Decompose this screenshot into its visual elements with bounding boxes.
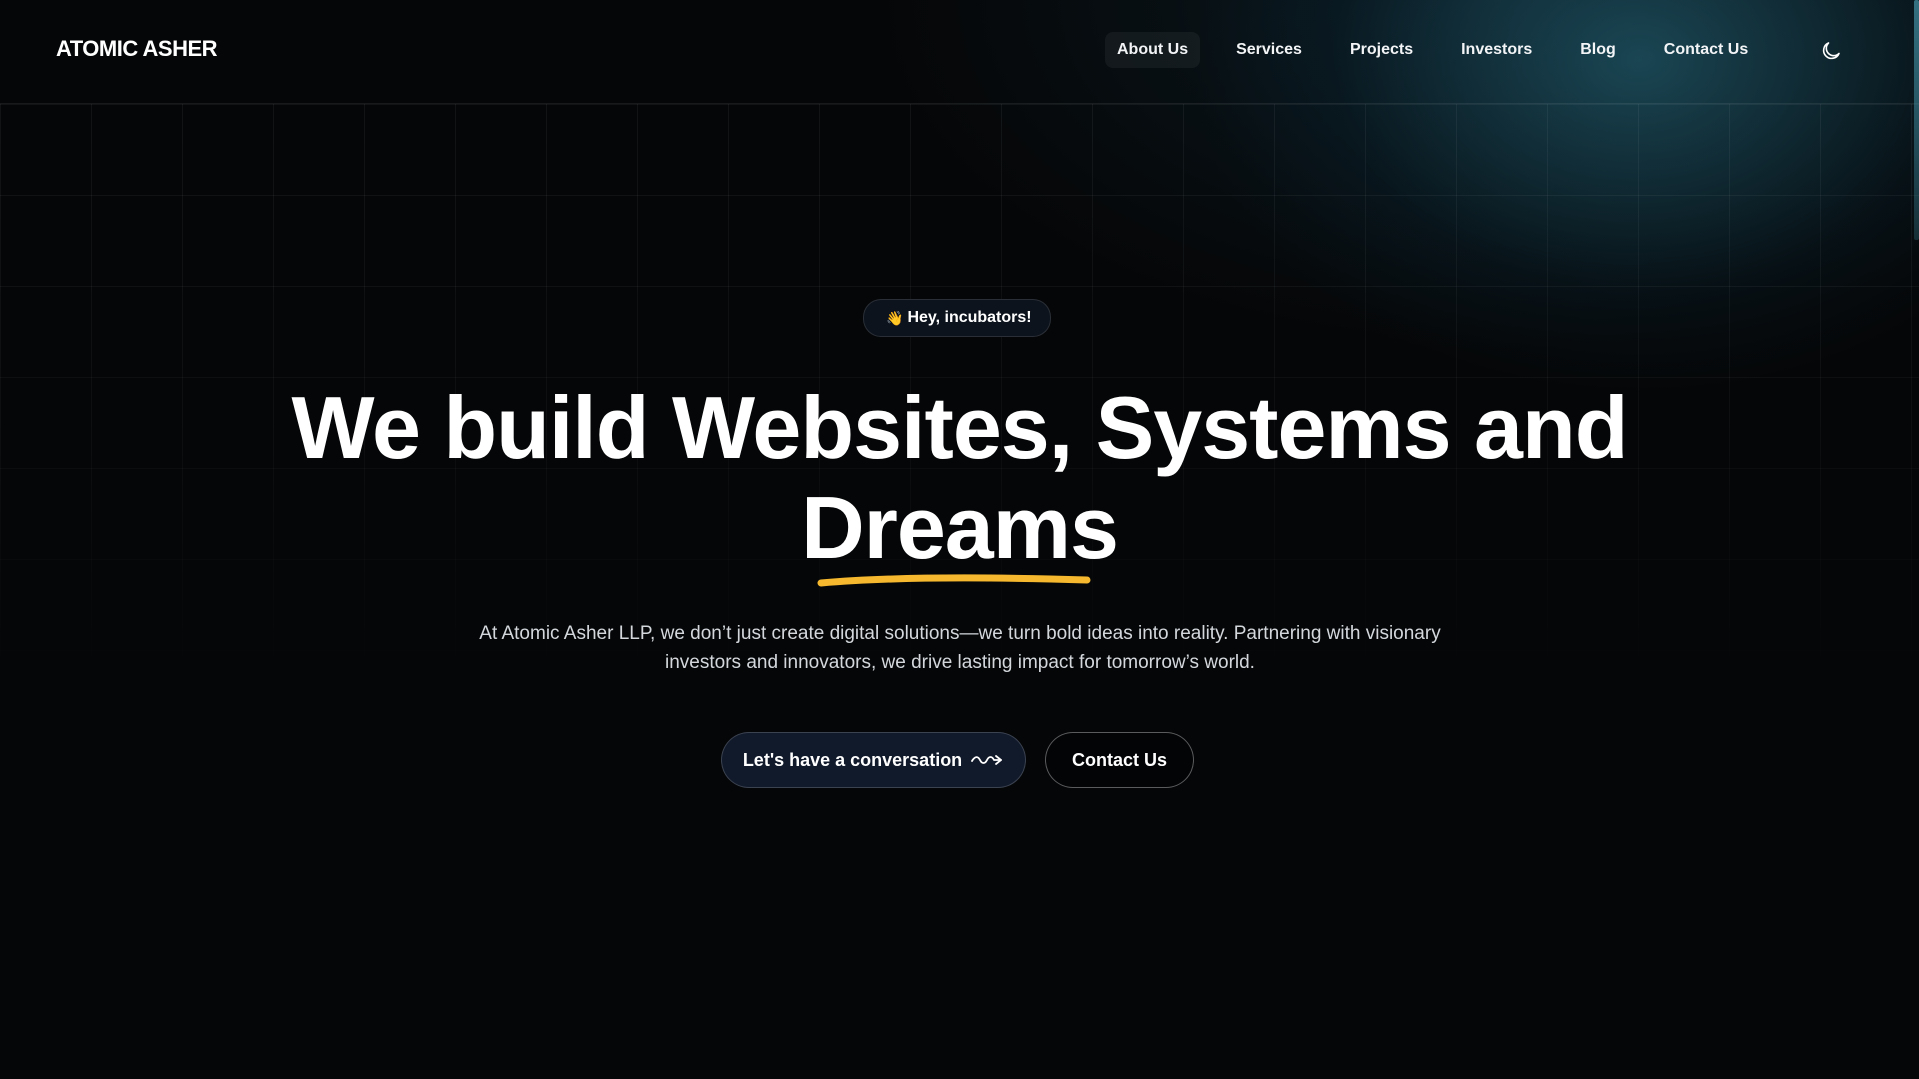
nav-item-blog[interactable]: Blog — [1568, 32, 1628, 68]
moon-icon — [1822, 42, 1840, 60]
contact-us-button[interactable]: Contact Us — [1045, 732, 1194, 788]
hero-headline: We build Websites, Systems and Dreams — [0, 378, 1919, 587]
start-conversation-button[interactable]: Let's have a conversation — [721, 732, 1026, 788]
nav-item-contact-us[interactable]: Contact Us — [1652, 32, 1760, 68]
brand-logo[interactable]: ATOMIC ASHER — [56, 36, 218, 62]
greeting-badge: 👋 Hey, incubators! — [863, 299, 1051, 337]
nav-links: About Us Services Projects Investors Blo… — [1105, 32, 1784, 68]
scrollbar-thumb[interactable] — [1914, 0, 1919, 240]
nav-item-about-us[interactable]: About Us — [1105, 32, 1201, 68]
start-conversation-label: Let's have a conversation — [742, 749, 963, 770]
headline-line-2: Dreams — [0, 478, 1919, 587]
greeting-text: Hey, incubators! — [907, 309, 1032, 326]
squiggle-arrow-icon — [970, 752, 1004, 768]
nav-item-projects[interactable]: Projects — [1338, 32, 1425, 68]
headline-highlight-text: Dreams — [801, 478, 1119, 577]
waving-hand-icon: 👋 — [886, 309, 904, 326]
page: ATOMIC ASHER About Us Services Projects … — [0, 0, 1919, 1079]
nav-item-investors[interactable]: Investors — [1449, 32, 1544, 68]
hero-description: At Atomic Asher LLP, we don’t just creat… — [479, 623, 1441, 673]
underline-swash-icon — [817, 574, 1091, 587]
headline-highlight-word: Dreams — [801, 478, 1119, 587]
cta-row: Let's have a conversation Contact Us — [721, 732, 1194, 788]
headline-line-1: We build Websites, Systems and — [291, 378, 1628, 477]
theme-toggle-button[interactable] — [1816, 36, 1846, 66]
navbar: ATOMIC ASHER About Us Services Projects … — [0, 0, 1919, 104]
nav-item-services[interactable]: Services — [1224, 32, 1314, 68]
